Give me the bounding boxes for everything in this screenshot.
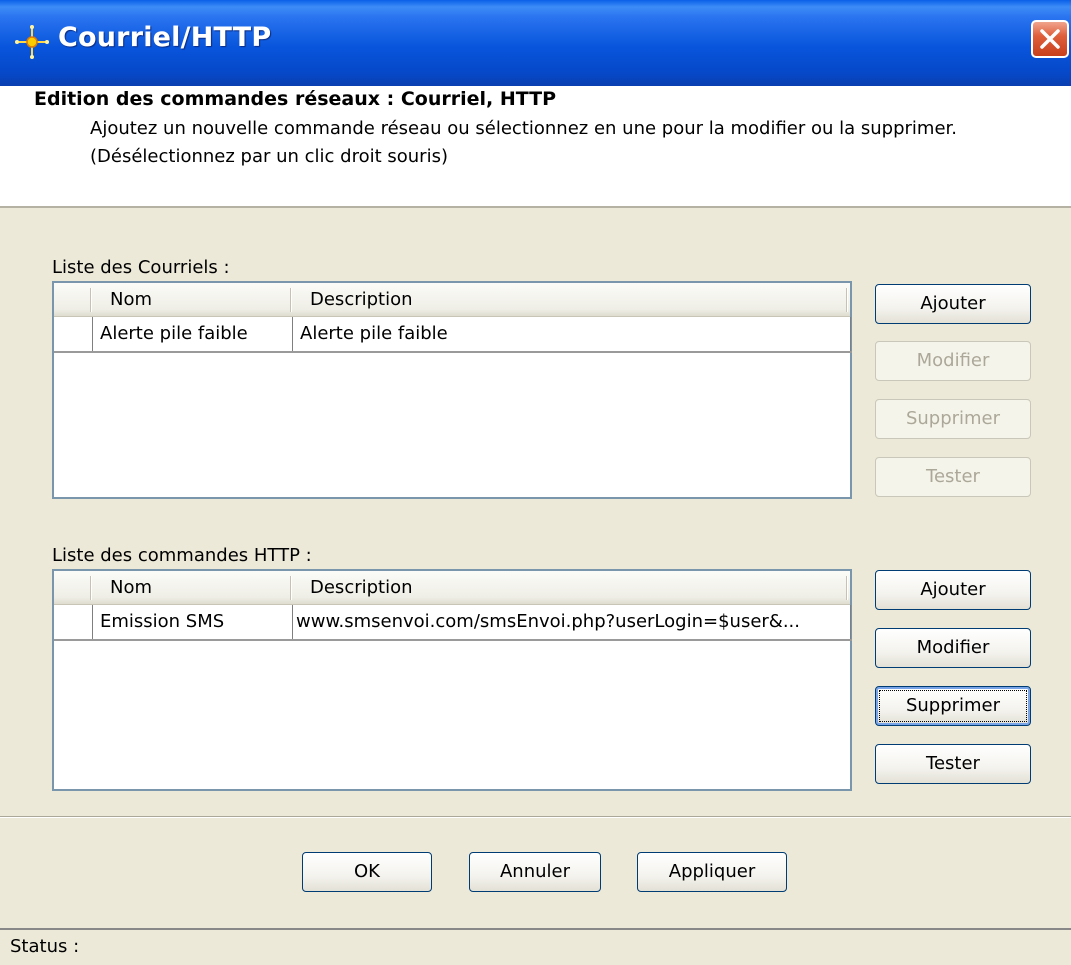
app-star-icon	[14, 24, 50, 60]
title-bar: Courriel/HTTP	[0, 0, 1071, 86]
emails-test-button[interactable]: Tester	[875, 457, 1031, 497]
row-description: www.smsenvoi.com/smsEnvoi.php?userLogin=…	[296, 611, 800, 632]
emails-column-description[interactable]: Description	[310, 283, 413, 317]
emails-modify-button[interactable]: Modifier	[875, 341, 1031, 381]
table-row[interactable]: Alerte pile faible Alerte pile faible	[54, 317, 852, 353]
close-icon	[1040, 29, 1060, 49]
window-title: Courriel/HTTP	[58, 22, 272, 53]
http-table[interactable]: Nom Description Emission SMS www.smsenvo…	[52, 569, 852, 791]
ok-button[interactable]: OK	[302, 852, 432, 892]
http-modify-button[interactable]: Modifier	[875, 628, 1031, 668]
emails-list-label: Liste des Courriels :	[52, 257, 230, 278]
row-name: Emission SMS	[100, 611, 225, 632]
apply-button[interactable]: Appliquer	[637, 852, 787, 892]
emails-delete-button[interactable]: Supprimer	[875, 399, 1031, 439]
cancel-button[interactable]: Annuler	[469, 852, 601, 892]
http-add-button[interactable]: Ajouter	[875, 570, 1031, 610]
http-table-header: Nom Description	[54, 571, 850, 605]
http-column-description[interactable]: Description	[310, 571, 413, 605]
row-name: Alerte pile faible	[100, 323, 248, 344]
http-test-button[interactable]: Tester	[875, 744, 1031, 784]
http-column-name[interactable]: Nom	[110, 571, 152, 605]
status-label: Status :	[10, 936, 80, 957]
header-instruction: Ajoutez un nouvelle commande réseau ou s…	[90, 118, 958, 139]
emails-column-name[interactable]: Nom	[110, 283, 152, 317]
http-list-label: Liste des commandes HTTP :	[52, 545, 312, 566]
emails-table-header: Nom Description	[54, 283, 850, 317]
close-button[interactable]	[1031, 20, 1069, 58]
emails-table[interactable]: Nom Description Alerte pile faible Alert…	[52, 281, 852, 499]
emails-add-button[interactable]: Ajouter	[875, 284, 1031, 324]
table-row[interactable]: Emission SMS www.smsenvoi.com/smsEnvoi.p…	[54, 605, 852, 641]
header-hint: (Désélectionnez par un clic droit souris…	[90, 146, 448, 167]
header-title: Edition des commandes réseaux : Courriel…	[34, 88, 557, 110]
row-description: Alerte pile faible	[300, 323, 448, 344]
status-bar: Status :	[0, 928, 1071, 965]
http-delete-button[interactable]: Supprimer	[875, 686, 1031, 726]
footer-divider	[0, 816, 1071, 818]
